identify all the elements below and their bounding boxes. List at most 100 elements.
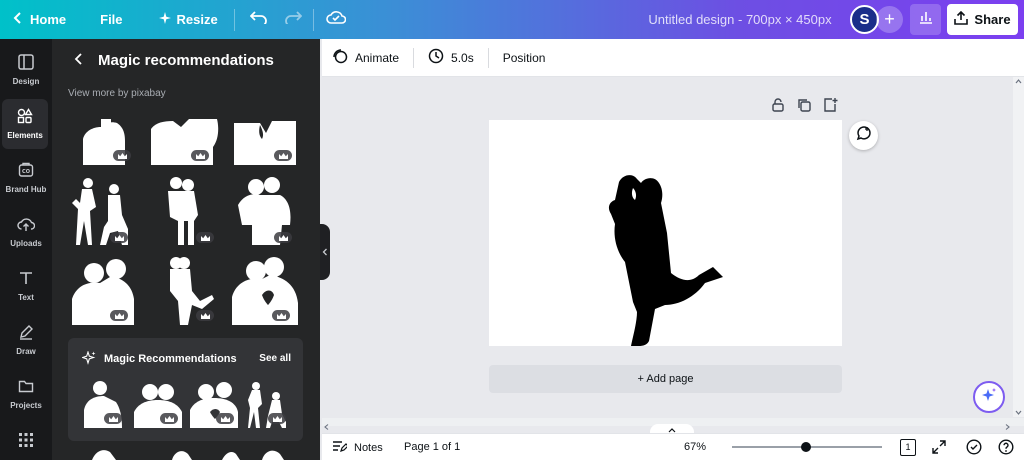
notes-button[interactable]: Notes [332,434,383,460]
magic-recommendations-title: Magic Recommendations [104,353,237,365]
add-page-button[interactable]: + Add page [489,365,842,393]
rail-item-projects[interactable]: Projects [0,369,52,419]
silhouette-thumb[interactable] [70,253,134,325]
undo-button[interactable] [245,6,273,34]
back-arrow-icon[interactable] [74,52,84,69]
recommendation-thumb[interactable] [82,380,126,428]
cloud-check-icon [325,10,347,29]
recommendation-thumb[interactable] [246,380,290,428]
rail-item-apps[interactable] [0,423,52,459]
see-all-link[interactable]: See all [259,353,291,364]
home-button[interactable]: Home [0,0,76,39]
share-label: Share [974,12,1011,27]
redo-button[interactable] [279,6,307,34]
page-actions [770,97,838,118]
add-page-icon[interactable] [822,97,838,118]
layout-icon [18,54,34,72]
lock-icon[interactable] [770,97,786,118]
redo-icon [284,10,303,29]
rail-label: Text [18,293,34,302]
apps-icon [19,433,33,449]
view-more-link[interactable]: View more by pixabay [68,88,166,99]
rail-item-elements[interactable]: Elements [2,99,48,149]
folder-icon [18,378,34,396]
rail-item-design[interactable]: Design [0,45,52,95]
silhouette-thumb[interactable] [234,119,296,165]
rail-item-draw[interactable]: Draw [0,315,52,365]
zoom-slider[interactable] [732,442,882,452]
rail-label: Draw [16,347,36,356]
crown-icon [216,413,234,424]
magic-assistant-button[interactable] [973,381,1005,413]
elements-panel: Magic recommendations View more by pixab… [52,39,320,460]
help-button[interactable] [998,439,1014,458]
position-label: Position [502,50,546,65]
resize-label: Resize [176,12,218,27]
vertical-scrollbar[interactable] [1013,77,1024,417]
divider [312,8,314,31]
rail-label: Brand Hub [5,185,47,194]
check-button[interactable] [966,439,982,458]
magic-sparkle-icon [80,350,96,370]
silhouette-thumb[interactable] [73,119,135,165]
design-page[interactable] [489,120,842,346]
couple-silhouette-image[interactable] [489,120,842,346]
avatar-initial: S [859,11,870,28]
rail-label: Projects [10,401,42,410]
position-button[interactable]: Position [489,39,560,77]
magic-sparkle-icon [981,387,997,408]
silhouette-thumb[interactable] [156,253,218,325]
crown-icon [104,413,122,424]
duration-label: 5.0s [451,50,474,65]
silhouette-thumb[interactable] [234,175,296,247]
resize-button[interactable]: Resize [149,0,228,39]
notes-icon [332,440,349,456]
recommendation-thumb[interactable] [134,380,182,428]
add-page-label: + Add page [637,373,694,385]
silhouette-thumb[interactable] [151,119,219,165]
page-grid-button[interactable]: 1 [900,439,916,456]
fullscreen-button[interactable] [932,440,946,457]
rail-item-uploads[interactable]: Uploads [0,207,52,257]
avatar[interactable]: S [850,5,879,34]
chevron-left-icon [322,243,328,261]
pen-icon [18,324,34,342]
share-button[interactable]: Share [947,4,1018,35]
panel-collapse-handle[interactable] [320,224,330,280]
divider [233,8,235,31]
chevron-left-icon [12,12,24,27]
context-toolbar: Animate 5.0s Position [322,39,1024,77]
insights-button[interactable] [910,4,941,35]
page-count: 1 [905,442,911,452]
panel-header: Magic recommendations [74,52,274,69]
crown-icon [268,413,286,424]
rail-item-text[interactable]: Text [0,261,52,311]
silhouette-thumb[interactable] [70,175,132,247]
brand-icon: CO [18,162,34,180]
svg-text:CO: CO [22,169,30,175]
zoom-slider-handle[interactable] [800,442,811,452]
design-title[interactable]: Untitled design - 700px × 450px [640,0,840,39]
add-collaborator-button[interactable]: + [876,6,903,33]
crown-icon [110,310,128,321]
crown-icon [274,150,292,161]
cloud-save-button[interactable] [322,6,350,34]
zoom-level[interactable]: 67% [684,434,706,460]
recommendation-thumb[interactable] [190,380,238,428]
animate-button[interactable]: Animate [322,39,413,77]
comment-button[interactable] [849,121,878,150]
page-indicator[interactable]: Page 1 of 1 [404,434,460,460]
crown-icon [160,413,178,424]
bar-chart-icon [919,10,933,29]
crown-icon [110,232,128,243]
upload-icon [954,10,969,28]
duration-button[interactable]: 5.0s [414,39,488,77]
file-menu[interactable]: File [90,0,132,39]
animate-icon [332,48,348,67]
silhouette-thumb[interactable] [156,175,218,247]
notes-label: Notes [354,441,383,454]
duplicate-icon[interactable] [796,97,812,118]
next-row-peek [72,447,304,460]
silhouette-thumb[interactable] [232,253,298,325]
rail-item-brand-hub[interactable]: CO Brand Hub [0,153,52,203]
